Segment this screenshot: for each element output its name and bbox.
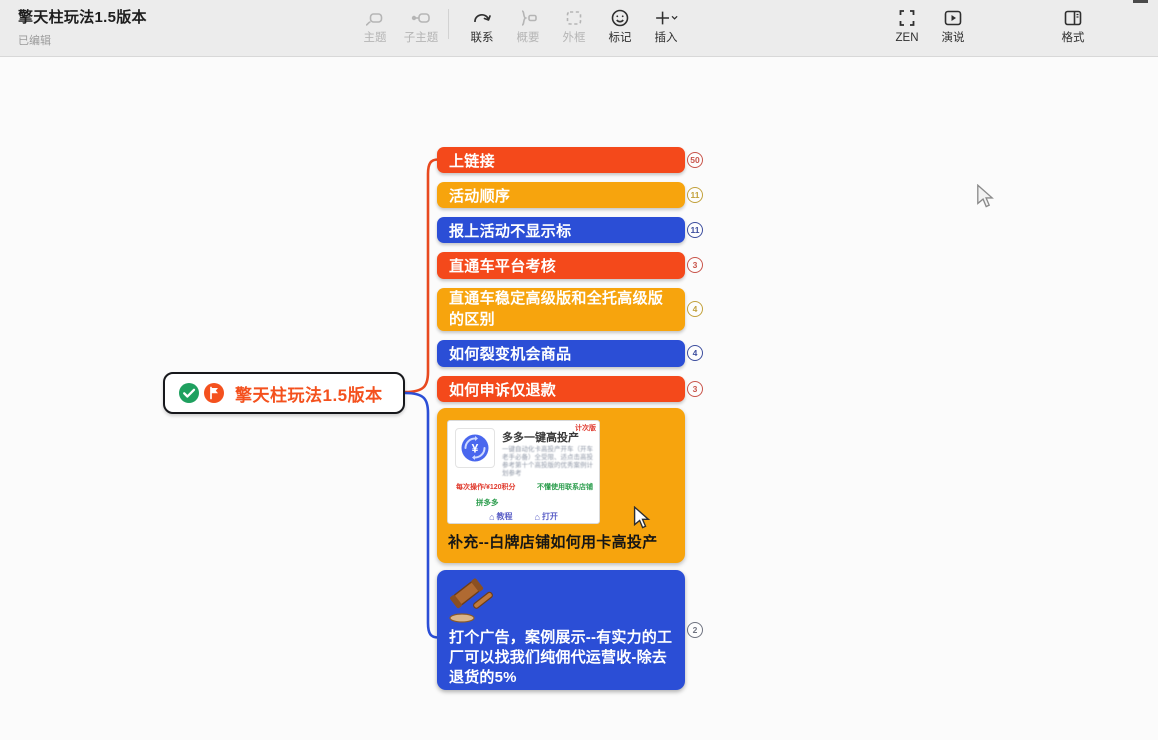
play-icon [941,6,965,30]
root-topic-label: 擎天柱玩法1.5版本 [235,381,383,406]
marker-button[interactable]: 标记 [597,5,643,46]
topic-count-badge[interactable]: 3 [687,381,703,397]
zen-mode-button[interactable]: ZEN [884,5,930,46]
app-refresh-yuan-icon: ¥ [455,428,495,468]
supplement-topic-label: 补充--白牌店铺如何用卡高投产 [448,531,658,552]
insert-button[interactable]: 插入 [643,5,689,46]
topic-button[interactable]: 主题 [352,5,398,46]
topic-count-badge[interactable]: 4 [687,345,703,361]
top-toolbar: 擎天柱玩法1.5版本 已编辑 主题 子主题 联系 [0,0,1158,57]
summary-icon [516,6,540,30]
topic-node[interactable]: 上链接 [437,147,685,173]
zen-brackets-icon [895,6,919,30]
relationship-button[interactable]: 联系 [459,5,505,46]
topic-node[interactable]: 活动顺序 [437,182,685,208]
topic-icon [363,6,387,30]
app-card-tutorial-button[interactable]: ⌂ 教程 [489,511,512,522]
topic-count-badge[interactable]: 4 [687,301,703,317]
topic-node-ad[interactable]: 打个广告，案例展示--有实力的工厂可以找我们纯佣代运营收-除去退货的5% [437,570,685,690]
topic-count-badge[interactable]: 11 [687,187,703,203]
mindmap-canvas: 擎天柱玩法1.5版本 上链接 活动顺序 报上活动不显示标 直通车平台考核 直通车… [0,0,1158,740]
window-minimize-dash[interactable] [1133,0,1148,3]
gavel-icon [447,578,499,629]
boundary-icon [562,6,586,30]
topic-count-badge[interactable]: 2 [687,622,703,638]
topic-node[interactable]: 报上活动不显示标 [437,217,685,243]
relationship-icon [470,6,494,30]
topic-count-badge[interactable]: 3 [687,257,703,273]
app-card-description: 一键自动化卡高投产开车（开车老手必备）全受限、适点击高投参考第十个高投版的优秀案… [502,446,596,478]
topic-node[interactable]: 如何裂变机会商品 [437,340,685,367]
present-button[interactable]: 演说 [930,5,976,46]
boundary-button[interactable]: 外框 [551,5,597,46]
plus-icon [654,6,678,30]
root-topic[interactable]: 擎天柱玩法1.5版本 [163,372,405,414]
app-card-platform: 拼多多 [476,497,499,508]
document-status: 已编辑 [18,32,147,48]
subtopic-icon [409,6,433,30]
topic-count-badge[interactable]: 50 [687,152,703,168]
topic-node[interactable]: 直通车稳定高级版和全托高级版的区别 [437,288,685,331]
subtopic-button[interactable]: 子主题 [398,5,444,46]
format-panel-button[interactable]: 格式 [1050,5,1096,46]
app-card-support-note: 不懂使用联系店铺 [537,482,593,492]
flag-icon [204,383,224,403]
home-icon: ⌂ [535,512,540,522]
format-panel-icon [1061,6,1085,30]
topic-count-badge[interactable]: 11 [687,222,703,238]
home-icon: ⌂ [489,512,494,522]
toolbar-divider [448,9,449,39]
app-card-title: 多多一键高投产 [502,429,579,445]
topic-node[interactable]: 直通车平台考核 [437,252,685,279]
svg-text:¥: ¥ [472,442,479,456]
check-icon [179,383,199,403]
ad-topic-label: 打个广告，案例展示--有实力的工厂可以找我们纯佣代运营收-除去退货的5% [449,628,675,687]
summary-button[interactable]: 概要 [505,5,551,46]
app-card-tag: 计次版 [575,423,596,433]
embedded-app-card: ¥ 多多一键高投产 计次版 一键自动化卡高投产开车（开车老手必备）全受限、适点击… [447,420,600,524]
smiley-icon [608,6,632,30]
topic-node[interactable]: 如何申诉仅退款 [437,376,685,402]
mouse-cursor [975,184,995,208]
app-card-open-button[interactable]: ⌂ 打开 [535,511,558,522]
topic-node-supplement[interactable]: ¥ 多多一键高投产 计次版 一键自动化卡高投产开车（开车老手必备）全受限、适点击… [437,408,685,563]
document-title: 擎天柱玩法1.5版本 [18,6,147,27]
app-card-price-note: 每次操作/¥120积分 [456,482,516,492]
